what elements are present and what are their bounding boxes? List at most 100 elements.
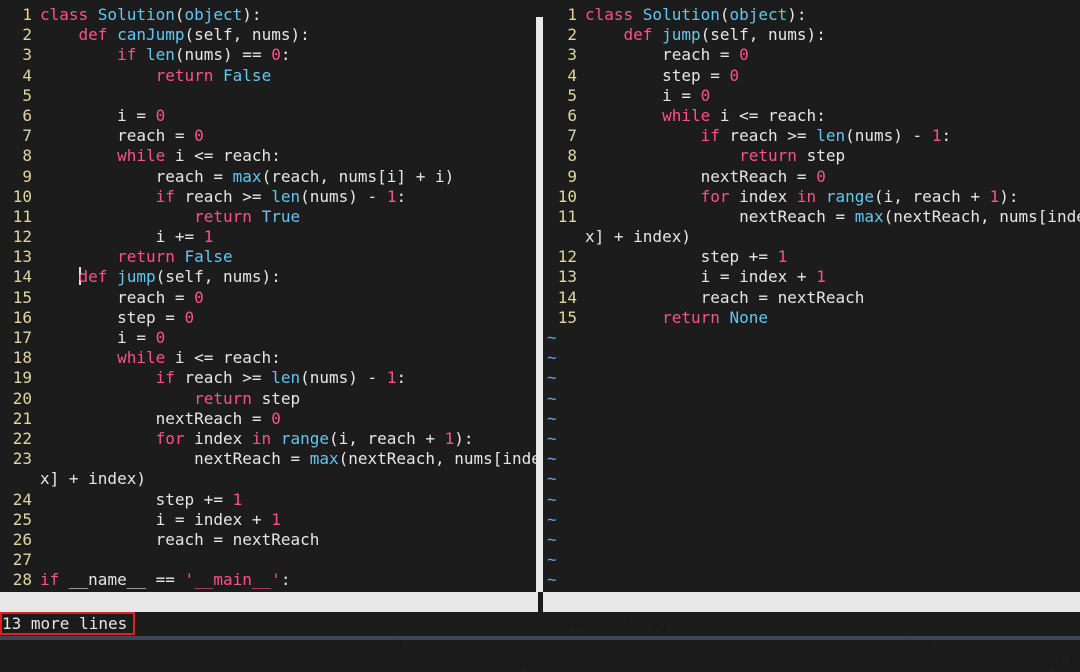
code-token: jump [662, 25, 701, 45]
code-line[interactable]: 11 return True [0, 207, 538, 227]
code-token: 1 [777, 247, 788, 267]
code-line[interactable]: 8 return step [545, 146, 1080, 166]
code-line[interactable]: 12 i += 1 [0, 227, 538, 247]
code-token: reach = nextReach [585, 287, 865, 307]
code-line[interactable]: 26 reach = nextReach [0, 530, 538, 550]
code-text: i = index + 1 [40, 510, 281, 529]
code-line[interactable]: 7 reach = 0 [0, 126, 538, 146]
code-line[interactable]: 27 [0, 550, 538, 570]
line-number: 19 [12, 368, 32, 388]
code-token: len [271, 186, 301, 206]
code-line[interactable]: 6 while i <= reach: [545, 106, 1080, 126]
code-token: in [251, 428, 281, 448]
code-line[interactable]: 23 nextReach = max(nextReach, nums[inde [0, 449, 538, 469]
code-line[interactable]: 3 reach = 0 [545, 45, 1080, 65]
right-editor-pane[interactable]: 1 class Solution(object): 2 def jump(self,… [545, 5, 1080, 592]
code-line[interactable]: 5 i = 0 [545, 86, 1080, 106]
code-token: 0 [184, 307, 195, 327]
code-line[interactable]: 1 class Solution(object): [0, 5, 538, 25]
empty-line-tilde: ~ [547, 368, 557, 388]
line-number: 25 [12, 509, 32, 529]
code-line[interactable]: 28 if __name__ == '__main__': [0, 570, 538, 590]
code-token: '__main__' [184, 570, 281, 590]
code-token: for [155, 428, 195, 448]
code-token: 1 [386, 186, 397, 206]
code-token: : [396, 368, 407, 388]
code-line[interactable]: 9 reach = max(reach, nums[i] + i) [0, 167, 538, 187]
code-line[interactable]: 22 for index in range(i, reach + 1): [0, 429, 538, 449]
right-status-scroll-indicator: All [1047, 652, 1076, 671]
line-number: 3 [22, 45, 32, 65]
code-line[interactable]: 2 def jump(self, nums): [545, 25, 1080, 45]
message-highlight-box [0, 612, 135, 635]
code-text: nextReach = max(nextReach, nums[inde [585, 207, 1080, 226]
code-token: (nums) == [174, 45, 272, 65]
left-statusline: jumpGame.py [+] 14,5 Top [0, 592, 538, 671]
code-line[interactable]: 7 if reach >= len(nums) - 1: [545, 126, 1080, 146]
empty-line-tilde: ~ [547, 570, 557, 590]
code-line[interactable]: 4 step = 0 [545, 66, 1080, 86]
code-token: : [941, 126, 952, 146]
code-token: class [40, 5, 98, 24]
code-line[interactable]: 10 for index in range(i, reach + 1): [545, 187, 1080, 207]
line-number: 5 [567, 85, 577, 105]
code-line[interactable]: 1 class Solution(object): [545, 5, 1080, 25]
code-line[interactable]: 3 if len(nums) == 0: [0, 45, 538, 65]
code-line[interactable]: 21 nextReach = 0 [0, 409, 538, 429]
code-text: if len(nums) == 0: [40, 45, 290, 64]
code-line[interactable]: 13 return False [0, 247, 538, 267]
code-line[interactable]: 24 step += 1 [0, 490, 538, 510]
code-line[interactable]: 14 reach = nextReach [545, 288, 1080, 308]
code-token: reach = [585, 45, 740, 65]
right-status-cursor-position: 2,1 [906, 632, 935, 651]
code-token: nextReach = [585, 166, 817, 186]
code-token: (i, reach + [329, 428, 445, 448]
code-text: i = index + 1 [585, 267, 826, 286]
vertical-split-divider[interactable] [536, 5, 543, 592]
left-status-cursor-position: 14,5 [365, 632, 404, 651]
code-line[interactable]: 14 def jump(self, nums): [0, 267, 538, 287]
code-token: if [117, 45, 146, 65]
code-line[interactable]: x] + index) [0, 469, 538, 489]
empty-line-tilde: ~ [547, 529, 557, 549]
code-token: i <= reach: [719, 105, 826, 125]
code-token: step [261, 388, 301, 408]
code-text: for index in range(i, reach + 1): [40, 429, 474, 448]
code-line[interactable]: 18 while i <= reach: [0, 348, 538, 368]
code-text: reach = 0 [40, 288, 204, 307]
code-line[interactable]: 8 while i <= reach: [0, 146, 538, 166]
code-token: reach >= [184, 186, 272, 206]
code-text: def jump(self, nums): [585, 25, 826, 44]
code-token: 0 [155, 105, 166, 125]
code-line[interactable]: 9 nextReach = 0 [545, 167, 1080, 187]
code-text: i += 1 [40, 227, 214, 246]
code-line[interactable]: 2 def canJump(self, nums): [0, 25, 538, 45]
empty-line-tilde: ~ [547, 388, 557, 408]
code-line[interactable]: 15 return None [545, 308, 1080, 328]
code-line[interactable]: 17 i = 0 [0, 328, 538, 348]
code-line[interactable]: 10 if reach >= len(nums) - 1: [0, 187, 538, 207]
code-text: nextReach = 0 [40, 409, 281, 428]
code-line[interactable]: 11 nextReach = max(nextReach, nums[inde [545, 207, 1080, 227]
code-line[interactable]: 19 if reach >= len(nums) - 1: [0, 368, 538, 388]
code-token: return [117, 247, 185, 267]
line-number: 1 [22, 5, 32, 24]
code-line[interactable]: 25 i = index + 1 [0, 510, 538, 530]
code-line[interactable]: 5 [0, 86, 538, 106]
code-line[interactable]: 16 step = 0 [0, 308, 538, 328]
code-token: step [806, 146, 846, 166]
code-line[interactable]: 13 i = index + 1 [545, 267, 1080, 287]
code-line[interactable]: 15 reach = 0 [0, 288, 538, 308]
code-line[interactable]: 12 step += 1 [545, 247, 1080, 267]
code-token: (nums) - [300, 368, 387, 388]
code-token: index [194, 428, 252, 448]
code-line[interactable]: 20 return step [0, 389, 538, 409]
code-line[interactable]: 6 i = 0 [0, 106, 538, 126]
code-line[interactable]: 4 return False [0, 66, 538, 86]
left-editor-pane[interactable]: 1 class Solution(object): 2 def canJump(se… [0, 5, 538, 592]
code-text: for index in range(i, reach + 1): [585, 187, 1019, 206]
code-line[interactable]: x] + index) [545, 227, 1080, 247]
